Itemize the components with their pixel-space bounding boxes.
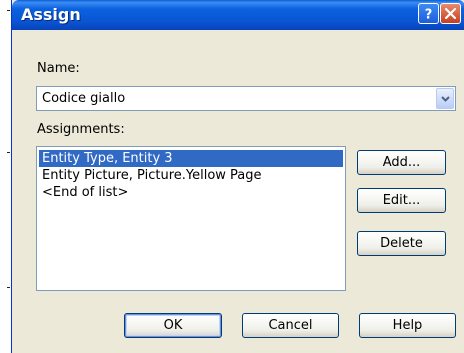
title-bar[interactable]: Assign ? xyxy=(12,0,464,30)
close-icon xyxy=(444,7,457,20)
svg-text:?: ? xyxy=(425,8,433,21)
close-button[interactable] xyxy=(440,3,461,24)
help-title-button[interactable]: ? xyxy=(418,3,439,24)
assign-dialog: Assign ? Name: Codice giallo Assignments… xyxy=(11,0,464,353)
background-edge-mark xyxy=(7,152,10,153)
window-title: Assign xyxy=(21,5,81,24)
cancel-button[interactable]: Cancel xyxy=(242,313,339,338)
assignments-label: Assignments: xyxy=(37,122,125,137)
name-label: Name: xyxy=(37,61,80,76)
add-button[interactable]: Add... xyxy=(357,150,446,175)
name-value: Codice giallo xyxy=(42,91,126,106)
delete-button[interactable]: Delete xyxy=(357,231,446,256)
dropdown-button[interactable] xyxy=(436,88,454,109)
ok-button[interactable]: OK xyxy=(124,313,222,338)
assignments-listbox[interactable]: Entity Type, Entity 3 Entity Picture, Pi… xyxy=(36,146,346,291)
name-combobox[interactable]: Codice giallo xyxy=(36,86,456,111)
edit-button[interactable]: Edit... xyxy=(357,188,446,213)
help-button[interactable]: Help xyxy=(359,313,456,338)
list-item[interactable]: Entity Picture, Picture.Yellow Page xyxy=(42,167,262,184)
help-icon: ? xyxy=(425,8,433,21)
background-edge-mark xyxy=(7,10,10,11)
list-item[interactable]: Entity Type, Entity 3 xyxy=(39,150,343,167)
background-edge-mark xyxy=(7,287,10,288)
list-item[interactable]: <End of list> xyxy=(42,184,128,201)
chevron-down-icon xyxy=(440,95,450,102)
